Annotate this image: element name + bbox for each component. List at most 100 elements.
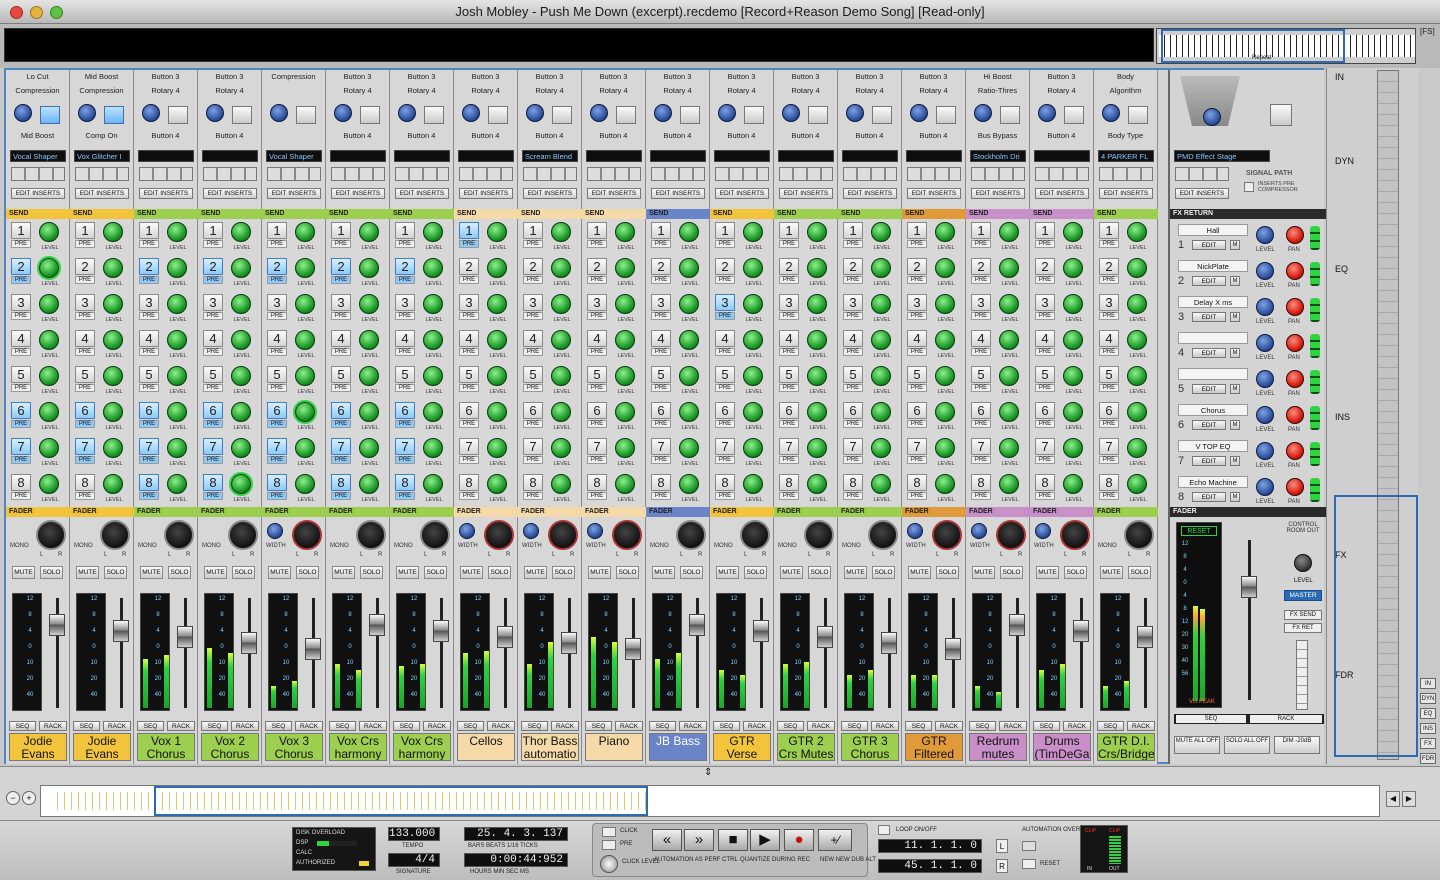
insert-rotary-knob[interactable]	[1038, 104, 1056, 122]
send-level-knob[interactable]	[231, 402, 251, 422]
insert-device-name[interactable]	[394, 150, 450, 162]
send-level-knob[interactable]	[871, 438, 891, 458]
insert-nav-buttons[interactable]	[1099, 167, 1153, 181]
left-locator-display[interactable]: 11. 1. 1. 0	[878, 839, 982, 853]
send-number-button[interactable]: 6	[523, 402, 543, 419]
insert-rotary-knob[interactable]	[462, 104, 480, 122]
send-level-knob[interactable]	[103, 366, 123, 386]
send-number-button[interactable]: 4	[203, 330, 223, 347]
send-level-knob[interactable]	[293, 400, 317, 424]
send-level-knob[interactable]	[615, 402, 635, 422]
channel-name[interactable]: Thor Bass automatio	[521, 733, 579, 761]
rack-button[interactable]: RACK	[871, 721, 899, 731]
insert-rotary-knob[interactable]	[398, 104, 416, 122]
seq-button[interactable]: SEQ	[521, 721, 548, 731]
mute-button[interactable]: MUTE	[1036, 566, 1059, 579]
pre-button[interactable]: PRE	[843, 492, 863, 500]
pre-button[interactable]: PRE	[779, 492, 799, 500]
pre-button[interactable]: PRE	[715, 492, 735, 500]
channel-name[interactable]: Vox Crs harmony 2	[393, 733, 451, 761]
rack-button[interactable]: RACK	[999, 721, 1027, 731]
send-level-knob[interactable]	[743, 294, 763, 314]
edit-inserts-button[interactable]: EDIT INSERTS	[523, 188, 577, 199]
pre-button[interactable]: PRE	[523, 276, 543, 284]
send-level-knob[interactable]	[935, 366, 955, 386]
send-number-button[interactable]: 3	[331, 294, 351, 311]
pre-button[interactable]: PRE	[395, 420, 415, 428]
send-number-button[interactable]: 5	[907, 366, 927, 383]
solo-button[interactable]: SOLO	[936, 566, 959, 579]
send-level-knob[interactable]	[615, 438, 635, 458]
pre-button[interactable]: PRE	[715, 348, 735, 356]
insert-button[interactable]	[360, 106, 380, 124]
send-level-knob[interactable]	[551, 438, 571, 458]
pan-knob[interactable]	[548, 520, 578, 550]
mute-button[interactable]: MUTE	[652, 566, 675, 579]
send-number-button[interactable]: 3	[715, 294, 735, 311]
edit-inserts-button[interactable]: EDIT INSERTS	[715, 188, 769, 199]
send-level-knob[interactable]	[295, 294, 315, 314]
edit-inserts-button[interactable]: EDIT INSERTS	[267, 188, 321, 199]
edit-inserts-button[interactable]: EDIT INSERTS	[1035, 188, 1089, 199]
send-level-knob[interactable]	[1063, 402, 1083, 422]
send-number-button[interactable]: 7	[843, 438, 863, 455]
pre-button[interactable]: PRE	[907, 348, 927, 356]
insert-device-name[interactable]	[650, 150, 706, 162]
rack-button[interactable]: RACK	[423, 721, 451, 731]
pre-button[interactable]: PRE	[587, 276, 607, 284]
rack-button[interactable]: RACK	[167, 721, 195, 731]
pre-button[interactable]: PRE	[523, 384, 543, 392]
send-level-knob[interactable]	[1127, 258, 1147, 278]
master-fader-cap[interactable]	[1241, 576, 1257, 598]
send-level-knob[interactable]	[1127, 402, 1147, 422]
mute-button[interactable]: MUTE	[972, 566, 995, 579]
automation-reset-button[interactable]	[1022, 859, 1036, 869]
send-level-knob[interactable]	[615, 366, 635, 386]
send-level-knob[interactable]	[295, 366, 315, 386]
edit-inserts-button[interactable]: EDIT INSERTS	[75, 188, 129, 199]
fx-return-name[interactable]	[1178, 368, 1248, 380]
section-dyn[interactable]: DYN	[1335, 156, 1354, 166]
send-level-knob[interactable]	[359, 438, 379, 458]
send-level-knob[interactable]	[423, 330, 443, 350]
channel-fader[interactable]	[944, 594, 962, 712]
solo-button[interactable]: SOLO	[1128, 566, 1151, 579]
pre-button[interactable]: PRE	[651, 348, 671, 356]
signature-display[interactable]: 4/4	[388, 853, 440, 867]
insert-nav-buttons[interactable]	[843, 167, 897, 181]
mute-all-off-button[interactable]: MUTE ALL OFF	[1174, 736, 1220, 754]
send-level-knob[interactable]	[551, 474, 571, 494]
pre-button[interactable]: PRE	[1099, 420, 1119, 428]
shortcut-dyn[interactable]: DYN	[1420, 693, 1436, 704]
channel-fader[interactable]	[624, 594, 642, 712]
send-number-button[interactable]: 3	[971, 294, 991, 311]
pre-button[interactable]: PRE	[11, 240, 31, 248]
send-number-button[interactable]: 3	[75, 294, 95, 311]
send-number-button[interactable]: 5	[203, 366, 223, 383]
mute-button[interactable]: MUTE	[1100, 566, 1123, 579]
send-level-knob[interactable]	[1127, 330, 1147, 350]
send-level-knob[interactable]	[615, 474, 635, 494]
pre-button[interactable]: PRE	[395, 240, 415, 248]
send-level-knob[interactable]	[935, 222, 955, 242]
pre-button[interactable]: PRE	[843, 384, 863, 392]
pre-button[interactable]: PRE	[1099, 276, 1119, 284]
send-number-button[interactable]: 1	[651, 222, 671, 239]
fx-mute-button[interactable]: M	[1230, 492, 1240, 502]
click-level-knob[interactable]	[600, 855, 618, 873]
pre-button[interactable]: PRE	[395, 384, 415, 392]
fader-cap[interactable]	[177, 626, 193, 648]
send-number-button[interactable]: 4	[1099, 330, 1119, 347]
solo-button[interactable]: SOLO	[808, 566, 831, 579]
send-level-knob[interactable]	[1063, 258, 1083, 278]
channel-name[interactable]: GTR Verse	[713, 733, 771, 761]
send-level-knob[interactable]	[37, 256, 61, 280]
solo-all-off-button[interactable]: SOLO ALL OFF	[1224, 736, 1270, 754]
insert-device-name[interactable]	[906, 150, 962, 162]
fx-return-pan-knob[interactable]	[1286, 298, 1304, 316]
pre-button[interactable]: PRE	[843, 276, 863, 284]
send-number-button[interactable]: 4	[75, 330, 95, 347]
send-level-knob[interactable]	[39, 474, 59, 494]
left-locator-button[interactable]: L	[996, 839, 1008, 853]
send-level-knob[interactable]	[679, 330, 699, 350]
